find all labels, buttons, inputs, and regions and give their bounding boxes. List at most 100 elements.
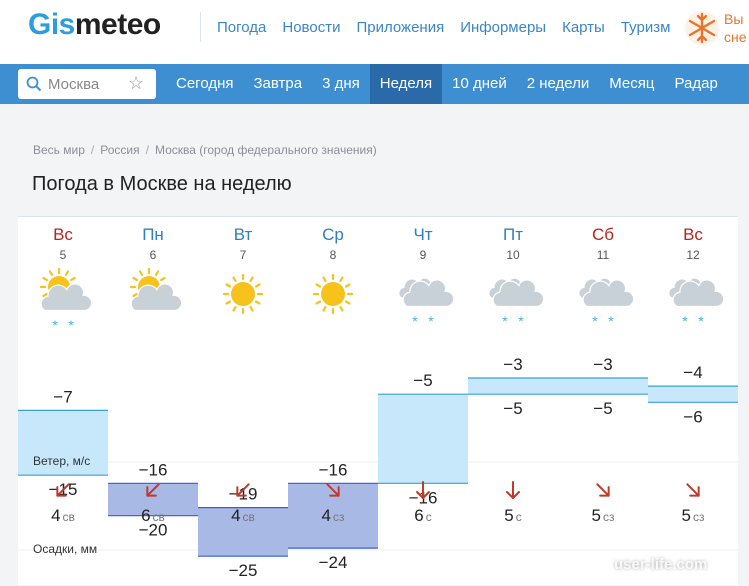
cloud-snow-icon: * * [668, 277, 725, 329]
wind-speed: 4 [322, 506, 331, 525]
svg-text:*: * [502, 313, 508, 329]
wind-value: 5 сз [592, 506, 615, 525]
wind-arrow-icon [506, 481, 520, 499]
wind-direction: св [153, 510, 165, 524]
tab-month[interactable]: Месяц [599, 64, 664, 104]
wind-speed: 5 [504, 506, 513, 525]
wind-label: Ветер, м/с [33, 454, 91, 468]
temp-max: −3 [593, 355, 612, 374]
svg-text:*: * [518, 313, 524, 329]
temp-min: −24 [319, 553, 348, 572]
day-name: Пт [503, 225, 523, 244]
precip-label: Осадки, мм [33, 542, 98, 556]
svg-text:*: * [412, 313, 418, 329]
wind-speed: 4 [51, 506, 60, 525]
temp-range-bar [378, 394, 468, 484]
temp-min: −6 [683, 407, 702, 426]
breadcrumb-world[interactable]: Весь мир [33, 143, 85, 157]
temp-min: −5 [503, 399, 522, 418]
nav-tourism[interactable]: Туризм [621, 19, 671, 36]
wind-speed: 5 [592, 506, 601, 525]
svg-text:*: * [68, 317, 74, 333]
forecast-widget: Вс5**−7−154свПн6−16−206свВт7−19−254свСр8… [18, 225, 738, 580]
wind-direction: св [243, 510, 255, 524]
wind-direction: с [516, 510, 522, 524]
breadcrumb-moscow[interactable]: Москва (город федерального значения) [155, 143, 377, 157]
cloud-snow-icon: * * [488, 277, 545, 329]
sun-icon [222, 273, 264, 315]
day-date: 6 [150, 248, 157, 262]
tab-today[interactable]: Сегодня [166, 64, 244, 104]
day-date: 7 [240, 248, 247, 262]
wind-value: 4 св [51, 506, 75, 525]
nav-informers[interactable]: Информеры [460, 19, 546, 36]
promo-text[interactable]: Вы сне [724, 10, 747, 46]
svg-text:*: * [698, 313, 704, 329]
svg-text:*: * [592, 313, 598, 329]
day-date: 11 [597, 248, 610, 262]
day-name: Вс [53, 225, 73, 244]
svg-text:*: * [52, 317, 58, 333]
tab-week[interactable]: Неделя [369, 64, 443, 104]
wind-arrow-icon [596, 483, 610, 497]
nav-news[interactable]: Новости [282, 19, 340, 36]
day-date: 12 [686, 248, 700, 262]
week-forecast-card: Вс5**−7−154свПн6−16−206свВт7−19−254свСр8… [18, 216, 738, 585]
nav-pogoda[interactable]: Погода [217, 19, 266, 36]
temp-range-bar [468, 378, 558, 395]
wind-speed: 5 [682, 506, 691, 525]
sun-icon [312, 273, 354, 315]
temp-min: −5 [593, 399, 612, 418]
wind-direction: св [63, 510, 75, 524]
day-date: 9 [420, 248, 427, 262]
watermark: user-life.com [614, 556, 708, 573]
top-navigation: Погода Новости Приложения Информеры Карт… [200, 12, 670, 42]
tab-3-days[interactable]: 3 дня [312, 64, 370, 104]
wind-direction: сз [693, 510, 705, 524]
temp-max: −19 [229, 485, 258, 504]
wind-speed: 4 [231, 506, 240, 525]
top-header: Gismeteo Погода Новости Приложения Инфор… [0, 0, 749, 64]
cloud-snow-icon: * * [398, 277, 455, 329]
wind-value: 6с [414, 506, 431, 525]
city-search-box[interactable]: Москва ☆ [18, 69, 156, 99]
svg-text:*: * [428, 313, 434, 329]
wind-arrow-icon [686, 483, 700, 497]
temp-max: −16 [319, 460, 348, 479]
day-date: 5 [60, 248, 67, 262]
wind-direction: сз [333, 510, 345, 524]
temp-max: −7 [53, 387, 72, 406]
favorite-star-icon[interactable]: ☆ [128, 73, 144, 94]
nav-apps[interactable]: Приложения [356, 19, 444, 36]
partly-cloudy-icon [129, 267, 183, 312]
breadcrumb: Весь мир / Россия / Москва (город федерально… [33, 143, 377, 157]
tab-radar[interactable]: Радар [665, 64, 728, 104]
day-name: Чт [413, 225, 432, 244]
tab-tomorrow[interactable]: Завтра [244, 64, 313, 104]
svg-text:*: * [608, 313, 614, 329]
day-name: Ср [322, 225, 344, 244]
page-title: Погода в Москве на неделю [32, 173, 292, 195]
day-date: 8 [330, 248, 337, 262]
wind-speed: 6 [414, 506, 423, 525]
search-input[interactable]: Москва [48, 76, 99, 93]
cloud-snow-icon: * * [578, 277, 635, 329]
tab-2-weeks[interactable]: 2 недели [517, 64, 600, 104]
svg-text:*: * [682, 313, 688, 329]
wind-value: 5с [504, 506, 521, 525]
day-range-tabs: Сегодня Завтра 3 дня Неделя 10 дней 2 не… [166, 64, 728, 104]
gismeteo-logo[interactable]: Gismeteo [28, 8, 161, 42]
tab-10-days[interactable]: 10 дней [442, 64, 517, 104]
day-range-bar: Москва ☆ Сегодня Завтра 3 дня Неделя 10 … [0, 64, 749, 104]
day-name: Пн [142, 225, 164, 244]
wind-direction: с [426, 510, 432, 524]
snowflake-promo-icon[interactable] [684, 10, 720, 46]
breadcrumb-russia[interactable]: Россия [100, 143, 139, 157]
day-name: Вт [234, 225, 253, 244]
nav-maps[interactable]: Карты [562, 19, 605, 36]
temp-max: −3 [503, 355, 522, 374]
temp-range-bar [558, 378, 648, 395]
wind-speed: 6 [141, 506, 150, 525]
partly-cloudy-snow-icon: * * [39, 267, 93, 333]
temp-min: −25 [229, 561, 258, 580]
